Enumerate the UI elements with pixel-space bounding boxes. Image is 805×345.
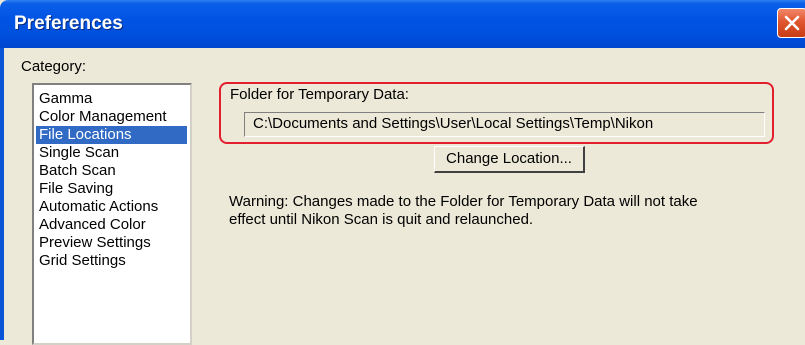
category-label: Category: — [21, 58, 87, 75]
warning-line-2: effect until Nikon Scan is quit and rela… — [229, 211, 534, 228]
close-button[interactable] — [777, 8, 805, 38]
category-item-grid-settings[interactable]: Grid Settings — [36, 252, 126, 270]
category-item-gamma[interactable]: Gamma — [36, 90, 92, 108]
category-item-automatic-actions[interactable]: Automatic Actions — [36, 198, 158, 216]
category-item-file-saving[interactable]: File Saving — [36, 180, 113, 198]
change-location-button[interactable]: Change Location... — [434, 146, 585, 173]
preferences-dialog: Preferences Category: Gamma Color Manage… — [0, 0, 805, 345]
temp-folder-path-field: C:\Documents and Settings\User\Local Set… — [244, 112, 765, 137]
temp-folder-label: Folder for Temporary Data: — [230, 86, 409, 103]
category-item-preview-settings[interactable]: Preview Settings — [36, 234, 151, 252]
category-item-single-scan[interactable]: Single Scan — [36, 144, 119, 162]
warning-line-1: Warning: Changes made to the Folder for … — [229, 193, 698, 210]
category-item-advanced-color[interactable]: Advanced Color — [36, 216, 146, 234]
category-item-file-locations[interactable]: File Locations — [36, 126, 187, 144]
warning-text: Warning: Changes made to the Folder for … — [229, 193, 789, 229]
title-bar[interactable]: Preferences — [0, 0, 805, 48]
category-item-batch-scan[interactable]: Batch Scan — [36, 162, 116, 180]
category-item-color-management[interactable]: Color Management — [36, 108, 167, 126]
category-list[interactable]: Gamma Color Management File Locations Si… — [32, 83, 192, 345]
window-frame — [0, 48, 4, 340]
close-icon — [784, 15, 800, 31]
dialog-title: Preferences — [14, 13, 123, 34]
